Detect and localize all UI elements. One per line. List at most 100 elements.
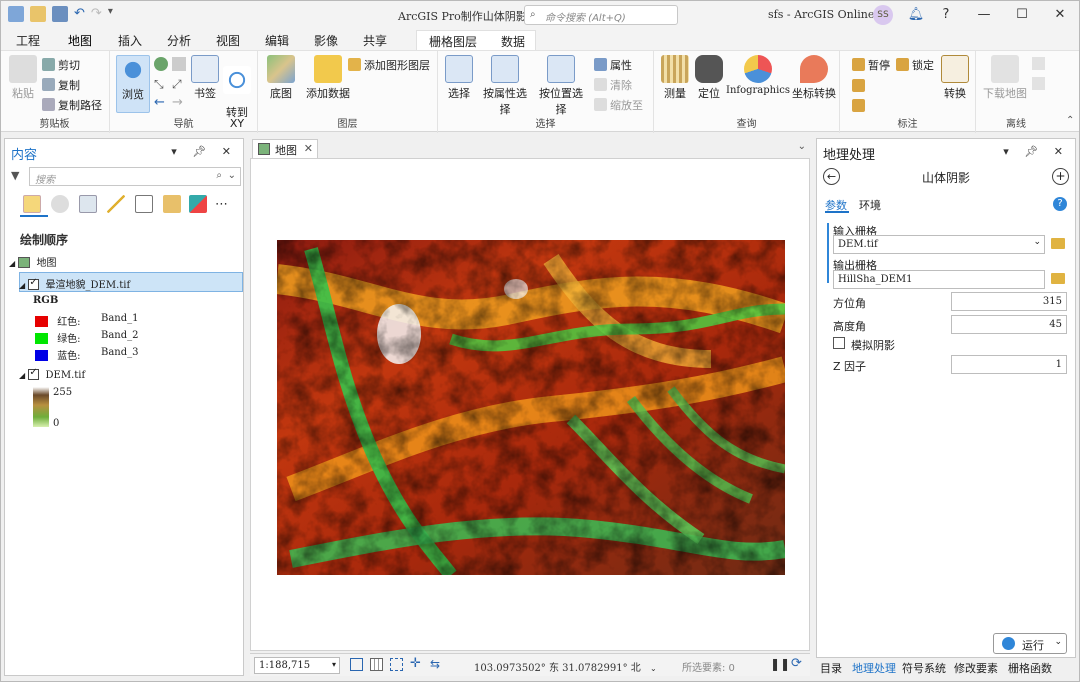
more-options-icon[interactable]: ⋯ (215, 197, 228, 212)
signed-in-user[interactable]: sfs - ArcGIS Online (768, 8, 874, 21)
chevron-down-icon[interactable]: ⌄ (228, 170, 236, 181)
remove-offline-icon[interactable] (1032, 77, 1045, 90)
view-unplaced-icon[interactable] (852, 79, 865, 92)
list-by-snapping-icon[interactable] (135, 195, 153, 213)
tab-list-chevron-icon[interactable]: ⌄ (798, 141, 806, 152)
back-icon[interactable]: ← (154, 95, 165, 110)
bookmarks-button[interactable]: 书签 (190, 55, 220, 101)
refresh-icon[interactable]: ⟳ (791, 656, 802, 671)
tab-map[interactable]: 地图 (65, 32, 95, 53)
help-button[interactable]: ? (934, 4, 958, 26)
tab-edit[interactable]: 编辑 (265, 32, 289, 49)
layer-hillshade[interactable]: ◢ 晕渲地貌_DEM.tif (19, 276, 130, 291)
undo-icon[interactable]: ↶ (74, 6, 85, 22)
measure-button[interactable]: 测量 (660, 55, 690, 101)
pane-controls[interactable]: ▾ 📌︎ ✕ (171, 145, 237, 158)
save-icon[interactable] (52, 6, 68, 22)
tab-symbology[interactable]: 符号系统 (902, 660, 946, 676)
sync-icon[interactable] (1032, 57, 1045, 70)
help-icon[interactable]: ? (1053, 197, 1067, 211)
map-node[interactable]: ◢ 地图 (9, 254, 57, 269)
expand-arrow-icon[interactable]: ◢ (9, 259, 15, 268)
expand-arrow-icon[interactable]: ◢ (19, 371, 25, 380)
copy-path-button[interactable]: 复制路径 (42, 97, 102, 113)
chevron-down-icon[interactable]: ⌄ (650, 664, 657, 673)
list-by-drawing-order-icon[interactable] (23, 195, 41, 213)
list-by-editing-icon[interactable] (107, 195, 125, 213)
output-raster-field[interactable]: HillSha_DEM1 (833, 270, 1045, 289)
crosshair-icon[interactable]: ✛ (410, 656, 421, 671)
tab-share[interactable]: 共享 (363, 32, 387, 49)
basemap-button[interactable]: 底图 (266, 55, 296, 101)
select-button[interactable]: 选择 (444, 55, 474, 101)
explore-button[interactable]: 浏览 (116, 55, 150, 113)
notifications-icon[interactable]: 🔔︎ (904, 4, 928, 26)
map-view-tab[interactable]: 地图 ✕ (252, 139, 318, 158)
convert-coordinates-button[interactable]: 坐标转换 (792, 55, 836, 101)
tab-modify-features[interactable]: 修改要素 (954, 660, 998, 676)
close-tab-icon[interactable]: ✕ (304, 142, 313, 155)
full-extent-icon[interactable] (154, 57, 168, 71)
attributes-button[interactable]: 属性 (594, 57, 632, 73)
tab-environments[interactable]: 环境 (859, 197, 881, 213)
filter-icon[interactable]: ▼ (11, 169, 19, 182)
fixed-zoom-icon[interactable] (172, 57, 186, 71)
locate-button[interactable]: 定位 (694, 55, 724, 101)
avatar[interactable]: SS (873, 5, 893, 25)
cut-button[interactable]: 剪切 (42, 57, 80, 73)
input-raster-field[interactable]: DEM.tif ⌄ (833, 235, 1045, 254)
open-project-icon[interactable] (30, 6, 46, 22)
download-map-button[interactable]: 下载地图 (982, 55, 1028, 101)
extent-indicator-icon[interactable] (350, 658, 363, 671)
z-factor-input[interactable]: 1 (951, 355, 1067, 374)
add-icon[interactable]: + (1052, 168, 1069, 185)
run-button[interactable]: 运行 ⌄ (993, 633, 1067, 654)
tab-catalog[interactable]: 目录 (820, 660, 842, 676)
tab-data[interactable]: 数据 (501, 33, 525, 50)
maximize-button[interactable]: ☐ (1010, 4, 1034, 26)
layer-visibility-checkbox[interactable] (28, 367, 40, 380)
map-canvas[interactable] (251, 159, 810, 651)
scale-selector[interactable]: 1:188,715 ▾ (254, 657, 340, 674)
map-view[interactable] (250, 158, 810, 651)
tab-project[interactable]: 工程 (16, 32, 40, 49)
list-by-perspective-icon[interactable] (189, 195, 207, 213)
copy-button[interactable]: 复制 (42, 77, 80, 93)
select-by-attributes-button[interactable]: 按属性选择 (478, 55, 532, 117)
infographics-button[interactable]: Infographics (726, 55, 790, 96)
zoom-in-fixed-icon[interactable]: ⤡ (154, 77, 164, 92)
list-by-selection-icon[interactable] (79, 195, 97, 213)
convert-labels-button[interactable]: 转换 (940, 55, 970, 101)
altitude-input[interactable]: 45 (951, 315, 1067, 334)
contents-search-input[interactable]: 搜索 ⌕ ⌄ (29, 167, 241, 186)
chevron-down-icon[interactable]: ⌄ (1033, 237, 1041, 247)
grid-icon[interactable] (370, 658, 383, 671)
redo-icon[interactable]: ↷ (91, 6, 102, 22)
tab-view[interactable]: 视图 (216, 32, 240, 49)
lock-labels-button[interactable]: 锁定 (896, 57, 934, 73)
add-data-button[interactable]: 添加数据 (302, 55, 354, 101)
tab-raster-functions[interactable]: 栅格函数 (1008, 660, 1052, 676)
tab-raster-layer[interactable]: 栅格图层 (429, 33, 477, 50)
tab-geoprocessing[interactable]: 地理处理 (852, 660, 896, 676)
snapping-icon[interactable] (390, 658, 403, 671)
layer-visibility-checkbox[interactable] (28, 277, 40, 290)
forward-icon[interactable]: → (172, 95, 183, 110)
minimize-button[interactable]: — (972, 4, 996, 26)
chevron-down-icon[interactable]: ⌄ (1054, 637, 1062, 647)
collapse-ribbon-icon[interactable]: ⌃ (1066, 115, 1074, 126)
tab-insert[interactable]: 插入 (118, 32, 142, 49)
model-shadows-checkbox[interactable] (833, 337, 845, 349)
list-by-data-source-icon[interactable] (51, 195, 69, 213)
tab-analysis[interactable]: 分析 (167, 32, 191, 49)
close-button[interactable]: ✕ (1048, 4, 1072, 26)
azimuth-input[interactable]: 315 (951, 292, 1067, 311)
folder-icon[interactable] (1051, 238, 1065, 249)
add-graphics-layer-button[interactable]: 添加图形图层 (348, 57, 430, 73)
pause-labeling-button[interactable]: 暂停 (852, 57, 890, 73)
pause-drawing-icon[interactable]: ❚❚ (770, 657, 790, 671)
layer-dem[interactable]: ◢ DEM.tif (19, 367, 85, 381)
zoom-out-fixed-icon[interactable]: ⤢ (172, 77, 182, 92)
command-search-input[interactable]: ⌕ 命令搜索 (Alt+Q) (524, 5, 678, 25)
more-labeling-icon[interactable] (852, 99, 865, 112)
